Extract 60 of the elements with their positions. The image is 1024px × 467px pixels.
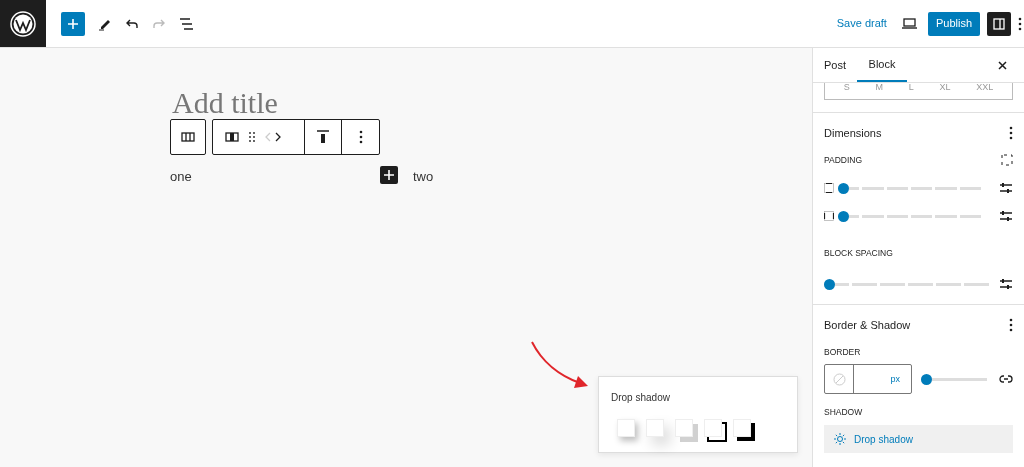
slider-thumb[interactable] [824, 278, 835, 290]
add-block-button[interactable] [380, 166, 398, 184]
publish-button[interactable]: Publish [927, 11, 980, 36]
close-icon[interactable] [998, 60, 1007, 70]
more-icon[interactable] [1018, 16, 1022, 31]
slider[interactable] [838, 210, 981, 223]
sidebar-tab[interactable]: Block [857, 48, 907, 82]
column-icon[interactable] [225, 132, 239, 142]
list-view-icon[interactable] [179, 17, 194, 30]
title-placeholder[interactable]: Add title [172, 88, 278, 118]
padding-unlinked-icon[interactable] [1001, 153, 1013, 166]
section-label: SHADOW [824, 406, 864, 419]
slider-thumb[interactable] [838, 210, 849, 222]
link-icon[interactable] [999, 374, 1013, 385]
drag-handle-icon[interactable] [249, 132, 255, 142]
align-top-icon [317, 130, 329, 144]
arrow-annotation [530, 340, 590, 390]
sidebar-toggle-button[interactable] [987, 11, 1011, 36]
size-option[interactable]: L [908, 83, 914, 92]
section-label: BLOCK SPACING [824, 247, 894, 260]
padding-horizontal-icon [824, 211, 834, 222]
more-icon[interactable] [1009, 126, 1013, 141]
undo-icon[interactable] [125, 17, 139, 30]
settings-icon[interactable] [999, 278, 1013, 290]
slider-thumb[interactable] [921, 373, 932, 385]
column-text[interactable]: one [170, 167, 192, 187]
sidebar-icon [993, 17, 1005, 30]
section-label: PADDING [824, 153, 863, 167]
drop-shadow-button[interactable]: Drop shadow [824, 425, 1013, 453]
plus-icon [67, 17, 79, 30]
panel-title[interactable]: Dimensions [824, 125, 882, 142]
size-option[interactable]: M [875, 83, 884, 92]
slider[interactable] [838, 182, 981, 195]
slider[interactable] [921, 373, 987, 386]
logo[interactable] [0, 0, 46, 47]
size-option[interactable]: XL [939, 83, 951, 92]
panel-title[interactable]: Border & Shadow [824, 317, 911, 334]
slider-thumb[interactable] [838, 182, 849, 194]
more-icon[interactable] [358, 130, 363, 144]
settings-icon[interactable] [999, 210, 1013, 223]
sun-icon [834, 433, 846, 445]
columns-button[interactable] [170, 119, 206, 155]
slider[interactable] [824, 278, 989, 290]
no-color-icon[interactable] [832, 372, 846, 386]
more-icon[interactable] [1009, 318, 1013, 333]
popover-title: Drop shadow [611, 391, 671, 405]
column-text[interactable]: two [413, 167, 434, 187]
border-input[interactable]: px [824, 364, 912, 395]
sidebar-tab[interactable]: Post [813, 48, 857, 82]
size-option[interactable]: S [843, 83, 850, 92]
padding-vertical-icon [824, 183, 834, 194]
plus-icon [384, 170, 394, 180]
size-option[interactable]: XXL [976, 83, 994, 92]
settings-icon[interactable] [999, 182, 1013, 195]
section-label: BORDER [824, 345, 862, 359]
unit-label: px [890, 372, 900, 386]
laptop-icon[interactable] [901, 18, 917, 29]
save-draft-button[interactable]: Save draft [836, 15, 887, 32]
wordpress-icon [10, 10, 36, 37]
columns-icon [181, 132, 195, 142]
